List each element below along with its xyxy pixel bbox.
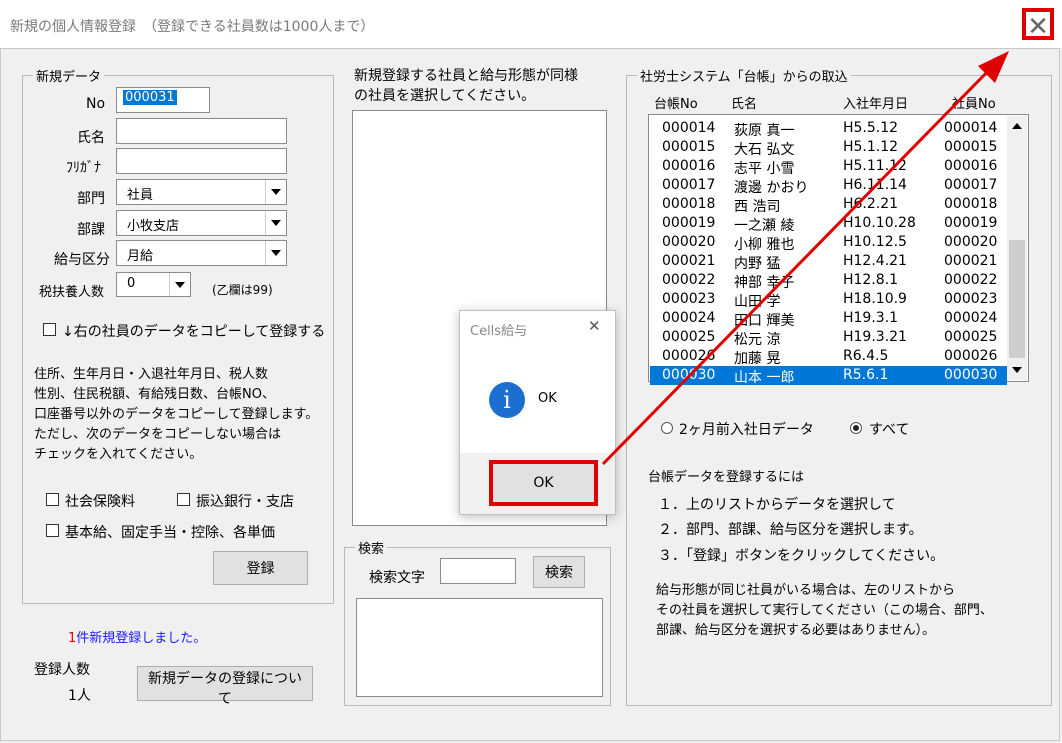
arrow-line: [601, 64, 995, 466]
annotation-arrow: [601, 51, 1009, 466]
